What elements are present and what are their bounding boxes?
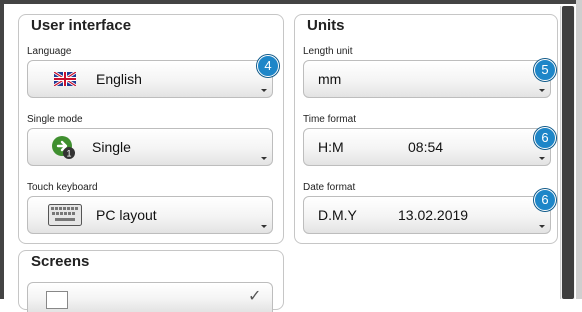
units-title: Units xyxy=(307,17,345,34)
screens-option[interactable]: ✓ xyxy=(27,282,273,312)
date-format-dropdown[interactable]: D.M.Y 13.02.2019 xyxy=(303,196,551,234)
length-unit-dropdown[interactable]: mm xyxy=(303,60,551,98)
keyboard-icon xyxy=(48,204,82,226)
time-format-value: H:M xyxy=(318,139,344,155)
scrollbar-thumb[interactable] xyxy=(562,6,574,299)
single-mode-label: Single mode xyxy=(27,114,83,125)
time-format-label: Time format xyxy=(303,114,356,125)
date-format-label: Date format xyxy=(303,182,356,193)
window-frame-left xyxy=(0,0,4,299)
chevron-down-icon xyxy=(261,157,267,160)
touch-keyboard-value: PC layout xyxy=(96,207,157,223)
language-label: Language xyxy=(27,46,72,57)
check-icon: ✓ xyxy=(248,288,262,305)
language-value: English xyxy=(96,71,142,87)
units-panel: Units Length unit mm 5 Time format H:M 0… xyxy=(294,14,558,244)
callout-badge: 6 xyxy=(534,127,556,149)
user-interface-panel: User interface Language English 4 Single… xyxy=(18,14,284,244)
chevron-down-icon xyxy=(261,89,267,92)
vertical-scrollbar[interactable] xyxy=(560,6,575,299)
date-format-preview: 13.02.2019 xyxy=(398,207,469,223)
screens-option-checkbox[interactable] xyxy=(46,291,68,309)
uk-flag-icon xyxy=(54,72,76,86)
window-frame-right xyxy=(576,0,582,299)
callout-badge: 4 xyxy=(257,55,279,77)
time-format-dropdown[interactable]: H:M 08:54 xyxy=(303,128,551,166)
time-format-preview: 08:54 xyxy=(408,139,444,155)
single-mode-dropdown[interactable]: 1 Single xyxy=(27,128,273,166)
date-format-value: D.M.Y xyxy=(318,207,357,223)
length-unit-label: Length unit xyxy=(303,46,353,57)
single-mode-icon: 1 xyxy=(52,136,75,159)
language-dropdown[interactable]: English xyxy=(27,60,273,98)
callout-badge: 6 xyxy=(534,189,556,211)
length-unit-value: mm xyxy=(318,71,342,87)
screens-panel: Screens ✓ xyxy=(18,250,284,312)
touch-keyboard-dropdown[interactable]: PC layout xyxy=(27,196,273,234)
svg-text:1: 1 xyxy=(66,149,71,159)
screens-title: Screens xyxy=(31,253,90,270)
chevron-down-icon xyxy=(261,225,267,228)
chevron-down-icon xyxy=(539,225,545,228)
callout-badge: 5 xyxy=(534,59,556,81)
touch-keyboard-label: Touch keyboard xyxy=(27,182,98,193)
chevron-down-icon xyxy=(539,89,545,92)
single-mode-value: Single xyxy=(92,139,131,155)
user-interface-title: User interface xyxy=(31,17,132,34)
chevron-down-icon xyxy=(539,157,545,160)
window-frame-top xyxy=(0,0,582,4)
